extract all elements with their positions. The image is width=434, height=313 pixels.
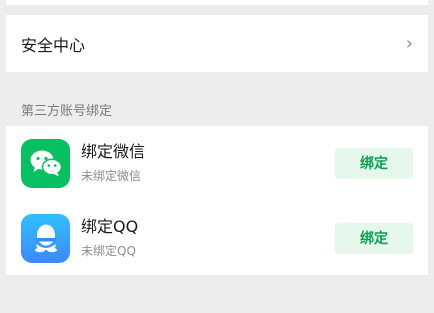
bind-qq-button[interactable]: 绑定 <box>335 222 413 254</box>
wechat-icon <box>21 138 70 188</box>
bind-wechat-button[interactable]: 绑定 <box>335 147 413 179</box>
security-center-row[interactable]: 安全中心 › <box>6 15 428 72</box>
top-card-edge <box>6 0 428 5</box>
bind-wechat-title: 绑定微信 <box>81 142 146 161</box>
bind-wechat-status: 未绑定微信 <box>81 169 142 183</box>
list-item-wechat: 绑定微信 未绑定微信 绑定 <box>6 126 428 200</box>
chevron-right-icon: › <box>405 33 413 54</box>
bind-qq-title: 绑定QQ <box>81 217 139 236</box>
list-item-qq: 绑定QQ 未绑定QQ 绑定 <box>6 201 428 275</box>
qq-icon <box>21 213 70 263</box>
third-party-binding-list: 绑定微信 未绑定微信 绑定 绑定QQ 未绑定QQ 绑定 <box>6 126 428 275</box>
section-title: 第三方账号绑定 <box>21 104 113 119</box>
security-center-label: 安全中心 <box>21 35 86 55</box>
bind-qq-status: 未绑定QQ <box>81 244 136 258</box>
